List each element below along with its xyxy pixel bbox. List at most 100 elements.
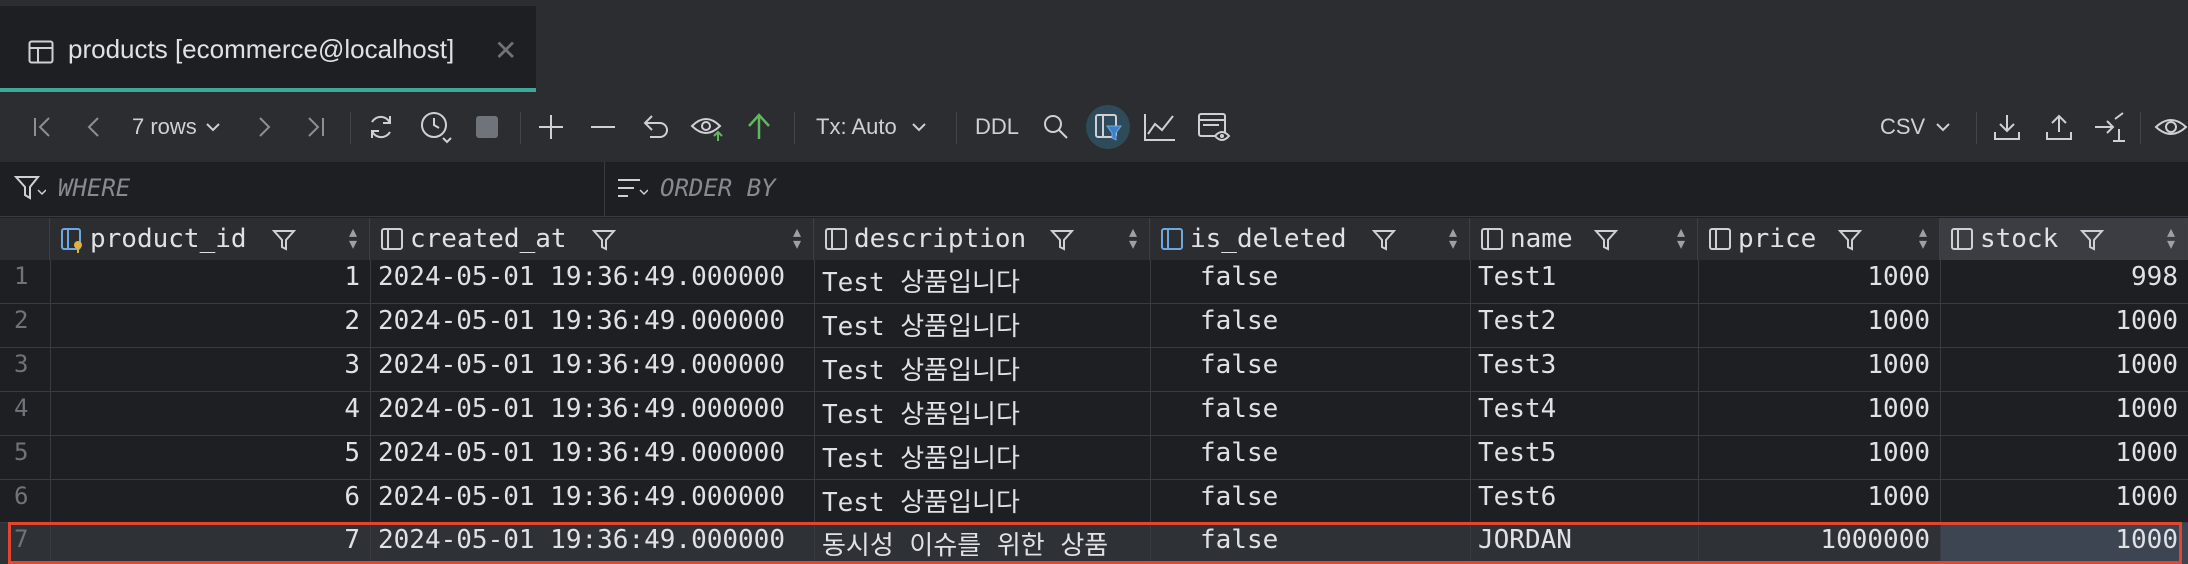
- download-icon[interactable]: [1990, 110, 2024, 144]
- last-page-icon[interactable]: [300, 110, 330, 144]
- column-header-description[interactable]: description ▴ ▾: [814, 218, 1150, 260]
- row-number[interactable]: 4: [0, 394, 48, 422]
- table-cell-price[interactable]: 1000: [1698, 306, 1938, 336]
- table-cell-price[interactable]: 1000: [1698, 350, 1938, 380]
- ddl-button[interactable]: DDL: [972, 110, 1022, 144]
- column-header-product_id[interactable]: product_id ▴ ▾: [50, 218, 370, 260]
- submit-icon[interactable]: [744, 110, 774, 144]
- preview-changes-icon[interactable]: [690, 110, 726, 144]
- table-cell-product_id[interactable]: 1: [50, 262, 368, 292]
- transaction-mode-selector[interactable]: Tx: Auto: [816, 110, 936, 144]
- table-cell-name[interactable]: Test5: [1470, 438, 1698, 468]
- revert-icon[interactable]: [638, 110, 672, 144]
- filter-icon[interactable]: [13, 174, 47, 206]
- sort-lines-icon[interactable]: [616, 176, 649, 206]
- table-cell-name[interactable]: Test6: [1470, 482, 1698, 512]
- column-filter-icon[interactable]: [591, 228, 617, 256]
- sort-arrows-icon[interactable]: ▴ ▾: [2167, 224, 2175, 252]
- table-cell-description[interactable]: Test 상품입니다: [814, 438, 1150, 475]
- presentation-mode-icon[interactable]: [1196, 110, 1232, 144]
- table-cell-description[interactable]: Test 상품입니다: [814, 394, 1150, 431]
- tab-products[interactable]: products [ecommerce@localhost] ✕: [0, 6, 536, 92]
- compare-icon[interactable]: [2092, 110, 2128, 144]
- table-cell-product_id[interactable]: 2: [50, 306, 368, 336]
- table-cell-stock[interactable]: 1000: [1940, 350, 2186, 380]
- table-cell-is_deleted[interactable]: false: [1150, 394, 1470, 424]
- column-header-name[interactable]: name ▴ ▾: [1470, 218, 1698, 260]
- table-cell-description[interactable]: Test 상품입니다: [814, 350, 1150, 387]
- table-cell-name[interactable]: Test1: [1470, 262, 1698, 292]
- table-cell-name[interactable]: Test4: [1470, 394, 1698, 424]
- column-filter-icon[interactable]: [2079, 228, 2105, 256]
- row-number[interactable]: 5: [0, 438, 48, 466]
- table-cell-description[interactable]: Test 상품입니다: [814, 482, 1150, 519]
- row-number[interactable]: 6: [0, 482, 48, 510]
- view-settings-icon[interactable]: [2154, 110, 2188, 144]
- tx-label: Tx: Auto: [816, 114, 897, 139]
- table-cell-stock[interactable]: 1000: [1940, 482, 2186, 512]
- table-cell-price[interactable]: 1000: [1698, 394, 1938, 424]
- sort-arrows-icon[interactable]: ▴ ▾: [1677, 224, 1685, 252]
- column-filter-icon[interactable]: [1371, 228, 1397, 256]
- table-cell-created_at[interactable]: 2024-05-01 19:36:49.000000: [370, 350, 814, 380]
- previous-page-icon[interactable]: [80, 110, 108, 144]
- table-cell-created_at[interactable]: 2024-05-01 19:36:49.000000: [370, 262, 814, 292]
- order-by-input[interactable]: ORDER BY: [660, 174, 776, 202]
- table-cell-name[interactable]: Test2: [1470, 306, 1698, 336]
- table-cell-is_deleted[interactable]: false: [1150, 262, 1470, 292]
- first-page-icon[interactable]: [28, 110, 58, 144]
- table-cell-product_id[interactable]: 6: [50, 482, 368, 512]
- sort-arrows-icon[interactable]: ▴ ▾: [1449, 224, 1457, 252]
- table-cell-is_deleted[interactable]: false: [1150, 350, 1470, 380]
- history-clock-icon[interactable]: [418, 110, 454, 144]
- filter-view-icon[interactable]: [1086, 105, 1130, 149]
- table-cell-created_at[interactable]: 2024-05-01 19:36:49.000000: [370, 306, 814, 336]
- table-cell-name[interactable]: Test3: [1470, 350, 1698, 380]
- table-cell-description[interactable]: Test 상품입니다: [814, 306, 1150, 343]
- row-number[interactable]: 1: [0, 262, 48, 290]
- sort-arrows-icon[interactable]: ▴ ▾: [1129, 224, 1137, 252]
- column-filter-icon[interactable]: [1049, 228, 1075, 256]
- table-cell-product_id[interactable]: 4: [50, 394, 368, 424]
- search-icon[interactable]: [1040, 110, 1072, 144]
- table-cell-price[interactable]: 1000: [1698, 482, 1938, 512]
- sort-arrows-icon[interactable]: ▴ ▾: [793, 224, 801, 252]
- sort-arrows-icon[interactable]: ▴ ▾: [349, 224, 357, 252]
- stop-icon[interactable]: [472, 110, 502, 144]
- row-number[interactable]: 3: [0, 350, 48, 378]
- column-header-created_at[interactable]: created_at ▴ ▾: [370, 218, 814, 260]
- next-page-icon[interactable]: [250, 110, 278, 144]
- where-input[interactable]: WHERE: [58, 174, 130, 202]
- table-cell-product_id[interactable]: 5: [50, 438, 368, 468]
- table-cell-stock[interactable]: 998: [1940, 262, 2186, 292]
- rows-selector[interactable]: 7 rows: [132, 110, 232, 144]
- table-cell-stock[interactable]: 1000: [1940, 394, 2186, 424]
- column-filter-icon[interactable]: [271, 228, 297, 256]
- table-cell-is_deleted[interactable]: false: [1150, 438, 1470, 468]
- refresh-icon[interactable]: [364, 110, 398, 144]
- table-cell-price[interactable]: 1000: [1698, 438, 1938, 468]
- row-number[interactable]: 2: [0, 306, 48, 334]
- table-cell-stock[interactable]: 1000: [1940, 306, 2186, 336]
- table-cell-is_deleted[interactable]: false: [1150, 482, 1470, 512]
- table-cell-product_id[interactable]: 3: [50, 350, 368, 380]
- table-cell-created_at[interactable]: 2024-05-01 19:36:49.000000: [370, 394, 814, 424]
- upload-icon[interactable]: [2042, 110, 2076, 144]
- table-cell-stock[interactable]: 1000: [1940, 438, 2186, 468]
- table-cell-created_at[interactable]: 2024-05-01 19:36:49.000000: [370, 438, 814, 468]
- chart-icon[interactable]: [1142, 110, 1178, 144]
- column-filter-icon[interactable]: [1837, 228, 1863, 256]
- column-header-price[interactable]: price ▴ ▾: [1698, 218, 1940, 260]
- column-header-stock[interactable]: stock ▴ ▾: [1940, 218, 2188, 260]
- sort-arrows-icon[interactable]: ▴ ▾: [1919, 224, 1927, 252]
- table-cell-description[interactable]: Test 상품입니다: [814, 262, 1150, 299]
- table-cell-is_deleted[interactable]: false: [1150, 306, 1470, 336]
- delete-row-icon[interactable]: [588, 110, 618, 144]
- column-header-is_deleted[interactable]: is_deleted ▴ ▾: [1150, 218, 1470, 260]
- export-format-selector[interactable]: CSV: [1880, 110, 1960, 144]
- table-cell-price[interactable]: 1000: [1698, 262, 1938, 292]
- column-filter-icon[interactable]: [1593, 228, 1619, 256]
- table-cell-created_at[interactable]: 2024-05-01 19:36:49.000000: [370, 482, 814, 512]
- add-row-icon[interactable]: [536, 110, 566, 144]
- close-icon[interactable]: ✕: [494, 34, 517, 67]
